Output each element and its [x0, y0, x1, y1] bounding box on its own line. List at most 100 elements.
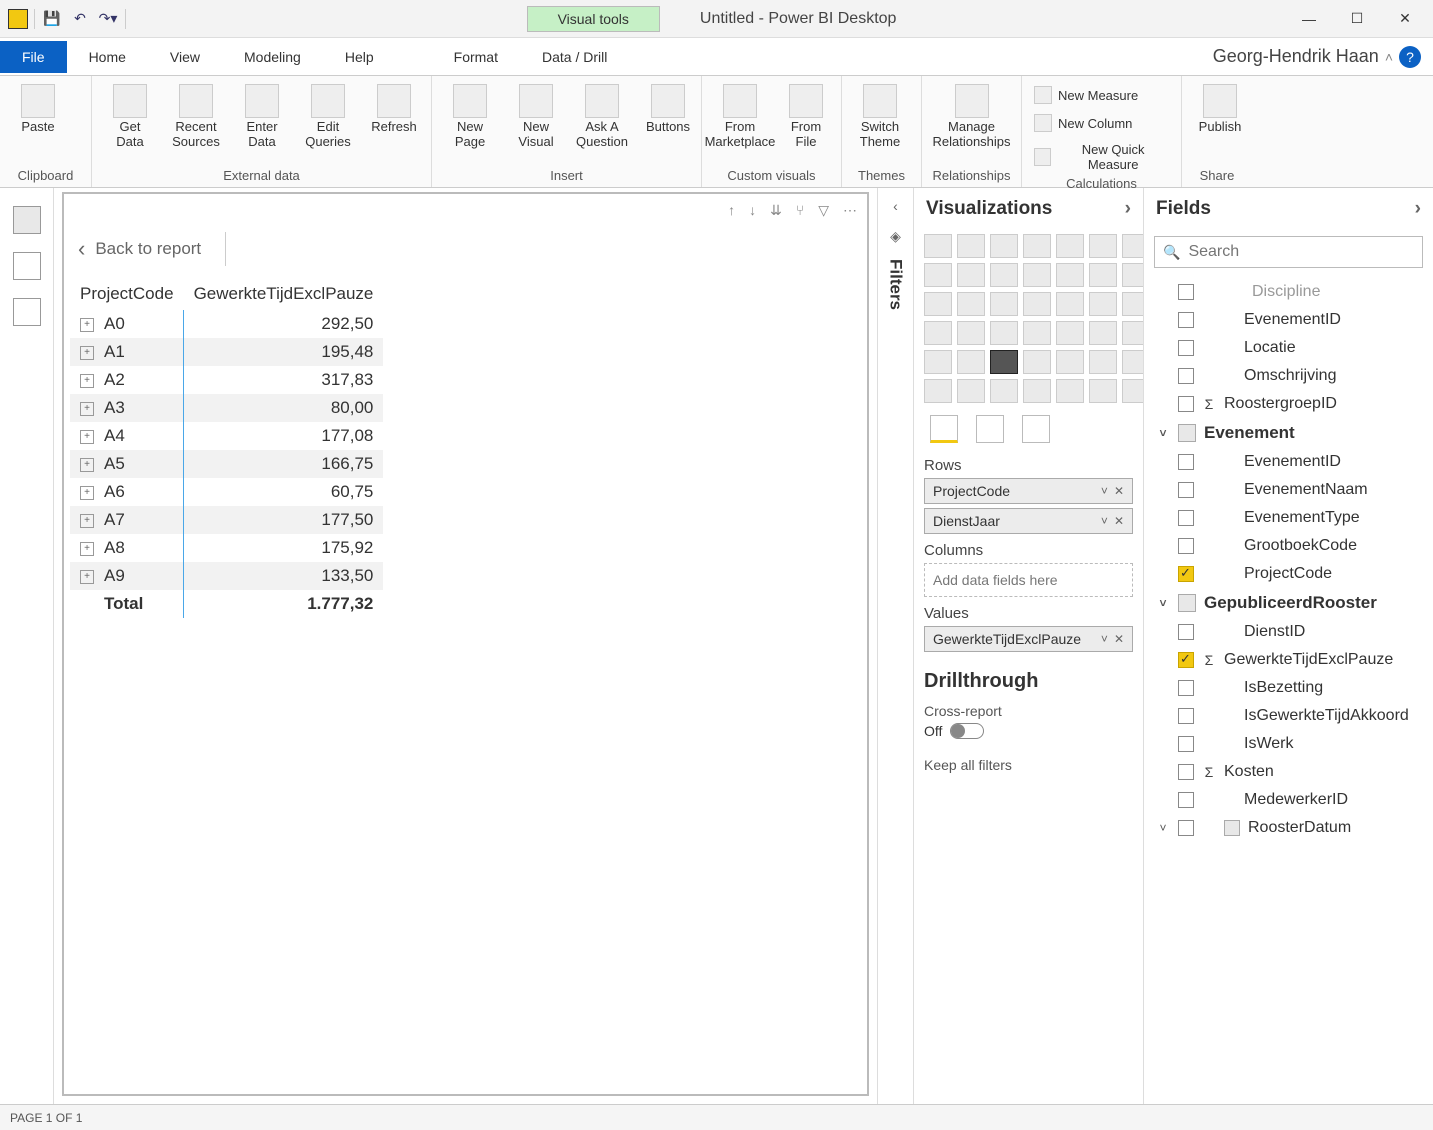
viz-type-icon[interactable] — [957, 350, 985, 374]
more-options-icon[interactable]: ⋯ — [843, 202, 857, 219]
field-row[interactable]: EvenementNaam — [1152, 476, 1425, 504]
table-row[interactable]: +A7177,50 — [70, 506, 383, 534]
viz-type-icon[interactable] — [1056, 234, 1084, 258]
viz-type-icon[interactable] — [1023, 379, 1051, 403]
viz-type-icon[interactable] — [957, 234, 985, 258]
drill-down-icon[interactable]: ↓ — [749, 202, 756, 218]
copy-icon[interactable] — [74, 102, 92, 120]
data-view-icon[interactable] — [13, 252, 41, 280]
viz-type-icon[interactable] — [924, 263, 952, 287]
viz-type-icon[interactable] — [1056, 379, 1084, 403]
chevron-left-icon[interactable]: ‹ — [893, 198, 898, 214]
format-tab-icon[interactable] — [976, 415, 1004, 443]
visual-tools-tab[interactable]: Visual tools — [527, 6, 660, 32]
chevron-down-icon[interactable]: ˅ — [1101, 484, 1108, 498]
new-measure-button[interactable]: New Measure — [1030, 84, 1173, 106]
back-icon[interactable]: ‹ — [78, 236, 85, 262]
fields-tab-icon[interactable] — [930, 415, 958, 443]
user-name[interactable]: Georg-Hendrik Haan — [1213, 46, 1379, 67]
table-row[interactable]: +A380,00 — [70, 394, 383, 422]
refresh-button[interactable]: Refresh — [364, 80, 424, 135]
expand-next-icon[interactable]: ⑂ — [796, 202, 804, 218]
expand-icon[interactable]: + — [80, 318, 94, 332]
expand-icon[interactable]: + — [80, 514, 94, 528]
chevron-right-icon[interactable]: › — [1415, 198, 1421, 220]
table-row[interactable]: +A0292,50 — [70, 310, 383, 338]
file-menu[interactable]: File — [0, 41, 67, 73]
new-quick-measure-button[interactable]: New Quick Measure — [1030, 140, 1173, 174]
viz-type-icon[interactable] — [924, 321, 952, 345]
viz-type-icon[interactable] — [1122, 263, 1143, 287]
expand-icon[interactable]: + — [80, 542, 94, 556]
table-row[interactable]: +A1195,48 — [70, 338, 383, 366]
enter-data-button[interactable]: Enter Data — [232, 80, 292, 150]
field-row[interactable]: ˅GepubliceerdRooster — [1152, 588, 1425, 618]
help-icon[interactable]: ? — [1399, 46, 1421, 68]
viz-type-icon[interactable] — [1122, 292, 1143, 316]
new-column-button[interactable]: New Column — [1030, 112, 1173, 134]
field-row[interactable]: IsWerk — [1152, 730, 1425, 758]
viz-type-icon[interactable] — [957, 263, 985, 287]
viz-type-icon[interactable] — [1089, 234, 1117, 258]
tab-data-drill[interactable]: Data / Drill — [520, 41, 629, 73]
tab-view[interactable]: View — [148, 41, 222, 73]
filters-pane-collapsed[interactable]: ‹ ◈ Filters — [877, 188, 913, 1104]
viz-type-icon[interactable] — [1089, 350, 1117, 374]
chevron-up-icon[interactable]: ˄ — [1385, 49, 1393, 65]
viz-type-icon[interactable] — [1056, 350, 1084, 374]
recent-sources-button[interactable]: Recent Sources — [166, 80, 226, 150]
viz-type-icon[interactable] — [957, 292, 985, 316]
viz-type-icon[interactable] — [1089, 321, 1117, 345]
viz-type-icon[interactable] — [957, 321, 985, 345]
buttons-button[interactable]: Buttons — [638, 80, 698, 135]
field-row[interactable]: ˅RoosterDatum — [1152, 814, 1425, 842]
viz-type-icon[interactable] — [1023, 263, 1051, 287]
viz-type-icon[interactable] — [990, 263, 1018, 287]
tab-help[interactable]: Help — [323, 41, 396, 73]
table-row[interactable]: +A660,75 — [70, 478, 383, 506]
expand-icon[interactable]: + — [80, 458, 94, 472]
viz-type-icon[interactable] — [924, 292, 952, 316]
viz-type-icon[interactable] — [1023, 234, 1051, 258]
viz-type-icon[interactable] — [990, 292, 1018, 316]
close-button[interactable]: ✕ — [1385, 4, 1425, 34]
field-row[interactable]: ΣRoostergroepID — [1152, 390, 1425, 418]
field-row[interactable]: EvenementType — [1152, 504, 1425, 532]
fields-search[interactable]: 🔍 — [1154, 236, 1423, 268]
get-data-button[interactable]: Get Data — [100, 80, 160, 150]
field-row[interactable]: IsBezetting — [1152, 674, 1425, 702]
viz-type-icon[interactable] — [924, 379, 952, 403]
analytics-tab-icon[interactable] — [1022, 415, 1050, 443]
table-row[interactable]: +A8175,92 — [70, 534, 383, 562]
rows-chip-dienstjaar[interactable]: DienstJaar˅✕ — [924, 508, 1133, 534]
from-file-button[interactable]: From File — [776, 80, 836, 150]
viz-type-icon[interactable] — [1122, 379, 1143, 403]
report-canvas[interactable]: ↑ ↓ ⇊ ⑂ ▽ ⋯ ‹ Back to report ProjectCode… — [54, 188, 877, 1104]
viz-type-icon[interactable] — [1089, 292, 1117, 316]
field-row[interactable]: Locatie — [1152, 334, 1425, 362]
field-row[interactable]: Discipline — [1152, 278, 1425, 306]
switch-theme-button[interactable]: Switch Theme — [850, 80, 910, 150]
tab-modeling[interactable]: Modeling — [222, 41, 323, 73]
from-marketplace-button[interactable]: From Marketplace — [710, 80, 770, 150]
values-chip-gewerktetijd[interactable]: GewerkteTijdExclPauze˅✕ — [924, 626, 1133, 652]
viz-type-icon[interactable] — [1089, 263, 1117, 287]
cross-report-toggle[interactable] — [950, 723, 984, 739]
paste-button[interactable]: Paste — [8, 80, 68, 135]
table-row[interactable]: +A5166,75 — [70, 450, 383, 478]
search-input[interactable] — [1188, 243, 1414, 261]
tab-format[interactable]: Format — [432, 41, 520, 73]
manage-relationships-button[interactable]: Manage Relationships — [930, 80, 1013, 150]
remove-icon[interactable]: ✕ — [1114, 632, 1124, 646]
field-row[interactable]: EvenementID — [1152, 448, 1425, 476]
viz-type-icon[interactable] — [1122, 234, 1143, 258]
maximize-button[interactable]: ☐ — [1337, 4, 1377, 34]
chevron-right-icon[interactable]: › — [1125, 198, 1131, 220]
expand-all-icon[interactable]: ⇊ — [770, 202, 782, 219]
field-row[interactable]: GrootboekCode — [1152, 532, 1425, 560]
viz-type-icon[interactable] — [1056, 263, 1084, 287]
viz-type-icon[interactable] — [990, 379, 1018, 403]
save-icon[interactable]: 💾 — [41, 8, 63, 30]
field-row[interactable]: ˅Evenement — [1152, 418, 1425, 448]
field-row[interactable]: EvenementID — [1152, 306, 1425, 334]
